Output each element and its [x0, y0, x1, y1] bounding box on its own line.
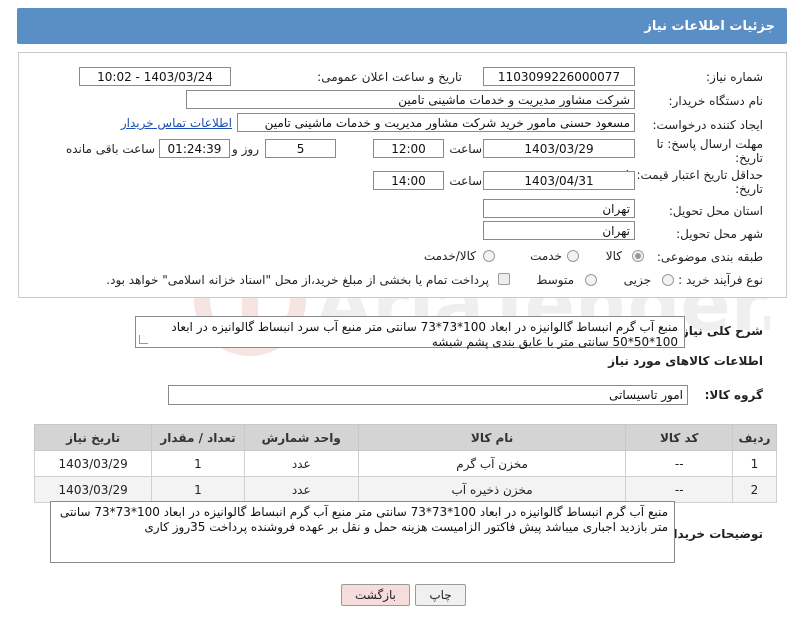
back-button[interactable]: بازگشت	[341, 584, 410, 606]
goods-table: ردیف کد کالا نام کالا واحد شمارش تعداد /…	[33, 424, 778, 503]
validity-time-label: ساعت	[449, 174, 482, 188]
category-label: طبقه بندی موضوعی:	[656, 250, 763, 264]
buyer-org-label: نام دستگاه خریدار:	[668, 94, 764, 108]
deadline-label: مهلت ارسال پاسخ: تا	[656, 137, 763, 151]
summary-label: شرح کلی نیاز:	[677, 324, 763, 338]
need-number-label: شماره نیاز:	[706, 70, 763, 84]
process-radio-minor[interactable]	[662, 274, 674, 286]
cell-quantity: 1	[151, 450, 245, 477]
cell-name: مخزن آب گرم	[357, 450, 627, 477]
goods-section-title: اطلاعات کالاهای مورد نیاز	[608, 354, 763, 368]
creator-label: ایجاد کننده درخواست:	[652, 118, 763, 132]
deadline-date-field: 1403/03/29	[483, 139, 635, 158]
city-field: تهران	[483, 221, 635, 240]
page-header: جزئیات اطلاعات نیاز	[17, 8, 787, 44]
cell-name: مخزن ذخیره آب	[357, 476, 627, 503]
col-name: نام کالا	[357, 424, 627, 451]
cell-unit: عدد	[243, 450, 359, 477]
print-button[interactable]: چاپ	[415, 584, 466, 606]
process-option-medium: متوسط	[536, 273, 574, 287]
category-option-goods-service: کالا/خدمت	[423, 249, 476, 263]
validity-time-field: 14:00	[373, 171, 444, 190]
treasury-payment-checkbox[interactable]	[498, 273, 510, 285]
col-row: ردیف	[731, 424, 778, 451]
province-label: استان محل تحویل:	[668, 204, 763, 218]
category-radio-service[interactable]	[567, 250, 579, 262]
creator-field: مسعود حسنی مامور خرید شرکت مشاور مدیریت …	[237, 113, 635, 132]
cell-code: --	[625, 450, 733, 477]
days-label: روز و	[232, 142, 259, 156]
page-title: جزئیات اطلاعات نیاز	[644, 18, 775, 34]
summary-text-content: منبع آب گرم انبساط گالوانیزه در ابعاد 10…	[171, 320, 678, 349]
category-radio-goods[interactable]	[632, 250, 644, 262]
process-option-minor: جزیی	[623, 273, 651, 287]
col-code: کد کالا	[625, 424, 733, 451]
col-quantity: تعداد / مقدار	[151, 424, 245, 451]
city-label: شهر محل تحویل:	[676, 227, 763, 241]
deadline-date-sublabel: تاریخ:	[735, 151, 763, 165]
cell-unit: عدد	[243, 476, 359, 503]
time-remaining-label: ساعت باقی مانده	[65, 142, 155, 156]
category-option-goods: کالا	[605, 249, 622, 263]
cell-need-date: 1403/03/29	[33, 476, 153, 503]
resize-grip-icon[interactable]	[139, 335, 148, 344]
process-type-label: نوع فرآیند خرید :	[678, 273, 763, 287]
announce-date-label: تاریخ و ساعت اعلان عمومی:	[317, 70, 462, 84]
process-radio-medium[interactable]	[585, 274, 597, 286]
announce-date-field: 1403/03/24 - 10:02	[79, 67, 231, 86]
col-unit: واحد شمارش	[243, 424, 359, 451]
days-remaining-field: 5	[265, 139, 336, 158]
col-need-date: تاریخ نیاز	[33, 424, 153, 451]
validity-label: حداقل تاریخ اعتبار قیمت: تا	[625, 168, 763, 182]
buyer-notes-text: منبع آب گرم انبساط گالوانیزه در ابعاد 10…	[50, 501, 675, 563]
goods-group-field: امور تاسیساتی	[168, 385, 688, 405]
buyer-org-field: شرکت مشاور مدیریت و خدمات ماشینی تامین	[186, 90, 635, 109]
goods-table-header: ردیف کد کالا نام کالا واحد شمارش تعداد /…	[33, 424, 778, 451]
buyer-notes-content: منبع آب گرم انبساط گالوانیزه در ابعاد 10…	[59, 505, 668, 534]
cell-row: 2	[731, 476, 778, 503]
category-option-service: خدمت	[530, 249, 562, 263]
table-row: 1 -- مخزن آب گرم عدد 1 1403/03/29	[33, 450, 778, 477]
cell-row: 1	[731, 450, 778, 477]
cell-quantity: 1	[151, 476, 245, 503]
category-radio-goods-service[interactable]	[483, 250, 495, 262]
validity-date-sublabel: تاریخ:	[735, 182, 763, 196]
cell-need-date: 1403/03/29	[33, 450, 153, 477]
cell-code: --	[625, 476, 733, 503]
need-number-field: 1103099226000077	[483, 67, 635, 86]
treasury-payment-note: پرداخت تمام یا بخشی از مبلغ خرید،از محل …	[106, 273, 489, 287]
buyer-notes-label: توضیحات خریدار:	[661, 527, 763, 541]
validity-date-field: 1403/04/31	[483, 171, 635, 190]
time-remaining-field: 01:24:39	[159, 139, 230, 158]
table-row: 2 -- مخزن ذخیره آب عدد 1 1403/03/29	[33, 476, 778, 503]
summary-text: منبع آب گرم انبساط گالوانیزه در ابعاد 10…	[135, 316, 685, 349]
province-field: تهران	[483, 199, 635, 218]
deadline-time-field: 12:00	[373, 139, 444, 158]
goods-group-label: گروه کالا:	[704, 388, 763, 402]
buyer-contact-link[interactable]: اطلاعات تماس خریدار	[121, 116, 232, 130]
deadline-time-label: ساعت	[449, 142, 482, 156]
